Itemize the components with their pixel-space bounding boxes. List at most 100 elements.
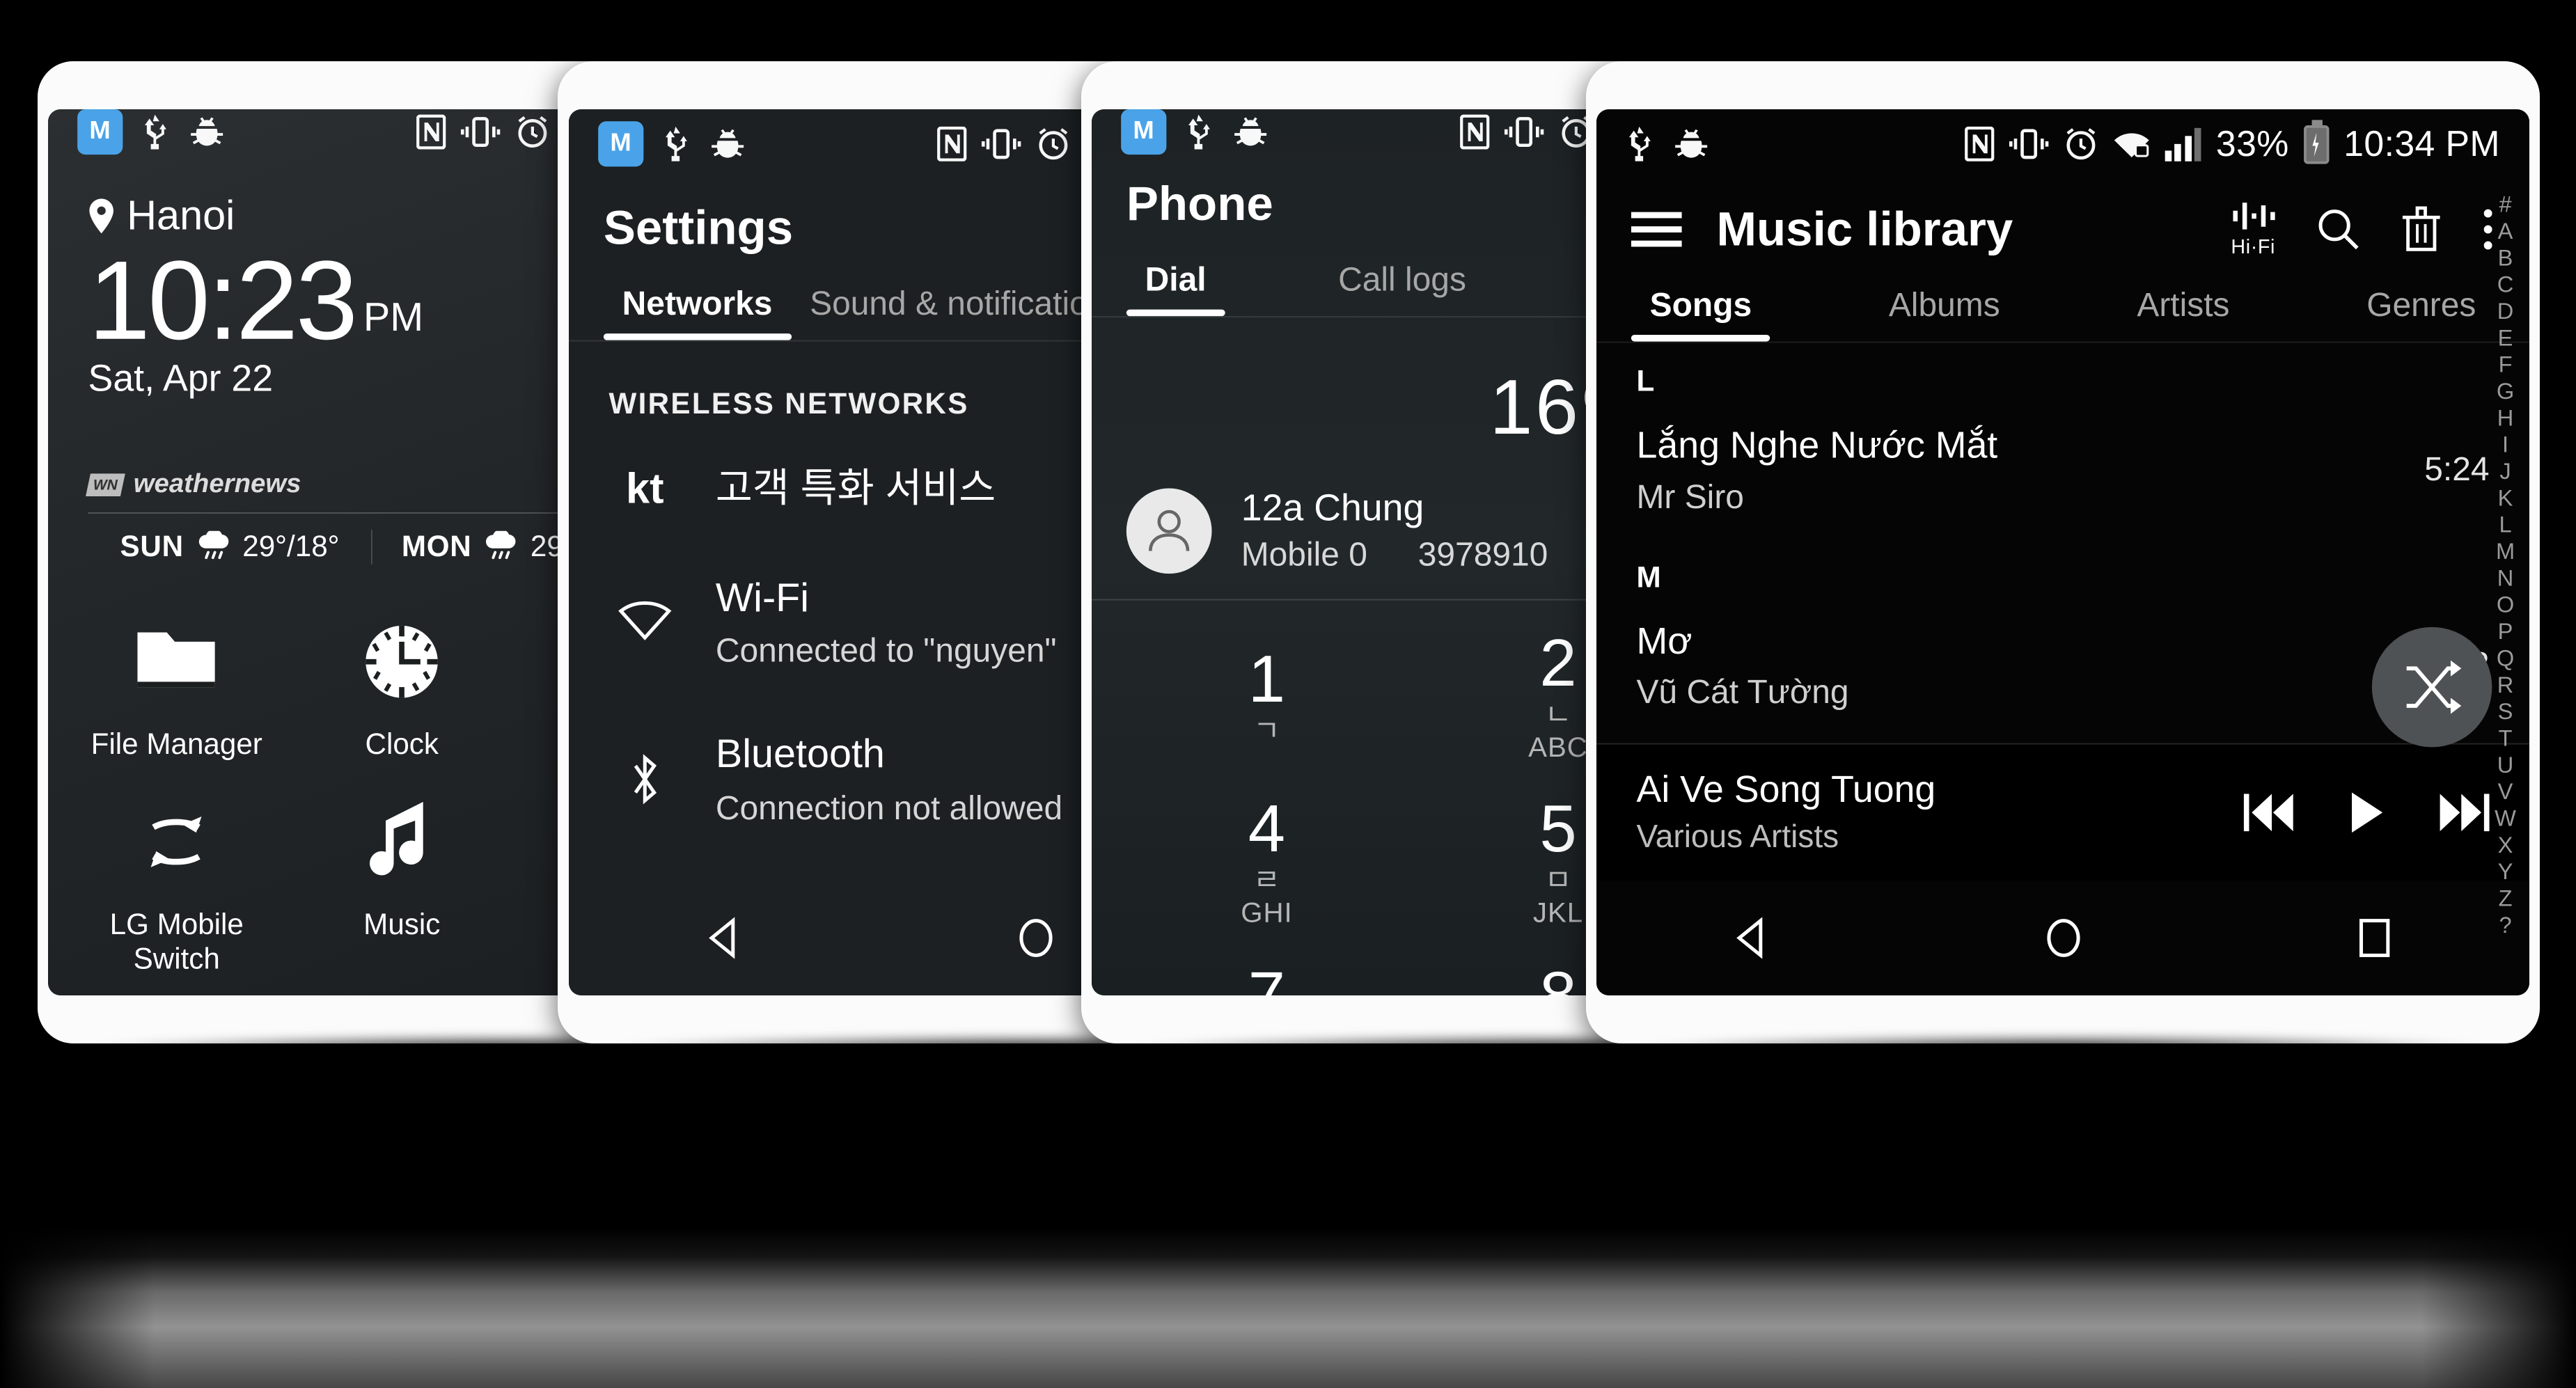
nfc-icon — [936, 127, 966, 161]
tab-dial[interactable]: Dial — [1126, 240, 1225, 317]
list-item[interactable]: Muộn Màng Dương Triệu Vũ 5:54 — [1596, 734, 2529, 743]
app-calendar[interactable]: Calendar — [64, 989, 290, 995]
vibrate-icon — [2009, 129, 2048, 159]
tab-bar: Songs Albums Artists Genres — [1596, 265, 2529, 343]
recents-icon[interactable] — [2350, 914, 2398, 962]
hifi-icon[interactable]: Hi·Fi — [2230, 200, 2275, 258]
app-file-manager[interactable]: File Manager — [64, 594, 290, 769]
group-header: L — [1636, 364, 1655, 398]
app-music[interactable]: Music — [290, 774, 515, 984]
battery-percent: 33% — [2215, 123, 2289, 164]
battery-icon — [2303, 119, 2329, 164]
alarm-icon — [1038, 128, 1067, 160]
index-letter[interactable]: # — [2499, 192, 2511, 219]
back-icon[interactable] — [700, 914, 748, 962]
trash-icon[interactable] — [2401, 205, 2442, 253]
tab-genres[interactable]: Genres — [2348, 265, 2495, 341]
vibrate-icon — [981, 129, 1021, 159]
usb-icon — [1628, 127, 1651, 161]
navigation-bar — [1596, 881, 2529, 995]
index-letter[interactable]: R — [2497, 672, 2514, 699]
index-letter[interactable]: B — [2497, 246, 2513, 272]
index-letter[interactable]: L — [2499, 512, 2511, 539]
now-playing-artist: Various Artists — [1636, 819, 1839, 855]
index-letter[interactable]: ? — [2499, 913, 2511, 939]
hifi-label: Hi·Fi — [2231, 236, 2275, 259]
contact-type: Mobile 0 — [1241, 536, 1368, 574]
tab-artists[interactable]: Artists — [2118, 265, 2248, 341]
screen-music: 33% 10:34 PM Music library Hi·Fi Songs A… — [1596, 109, 2529, 996]
now-playing-bar[interactable]: Ai Ve Song Tuong Various Artists — [1596, 743, 2529, 881]
song-duration: 5:24 — [2424, 450, 2490, 489]
app-label: LG Mobile Switch — [109, 908, 244, 976]
home-date: Sat, Apr 22 — [88, 357, 274, 399]
folder-icon — [127, 613, 226, 711]
index-letter[interactable]: K — [2497, 486, 2513, 512]
alarm-icon — [2066, 128, 2095, 160]
app-clock[interactable]: Clock — [290, 594, 515, 769]
weathernews-logo: WN weathernews — [86, 470, 301, 500]
index-letter[interactable]: F — [2498, 352, 2512, 379]
dialpad-key-7[interactable]: 7ㅅPQRS — [1121, 945, 1413, 995]
forecast-day: SUN 29°/18° — [88, 529, 373, 565]
tab-networks[interactable]: Networks — [603, 265, 791, 340]
tab-call-logs[interactable]: Call logs — [1319, 240, 1484, 316]
tab-albums[interactable]: Albums — [1870, 265, 2019, 341]
index-letter[interactable]: A — [2497, 219, 2513, 245]
avatar — [1126, 488, 1212, 574]
home-icon[interactable] — [1011, 914, 1059, 962]
back-icon[interactable] — [1728, 914, 1776, 962]
home-clock-time: 10:23 — [88, 237, 359, 363]
tab-sound-notification[interactable]: Sound & notification — [791, 265, 1125, 340]
index-letter[interactable]: E — [2497, 326, 2513, 352]
song-artist: Mr Siro — [1636, 478, 1744, 516]
carrier-badge-icon: M — [1121, 109, 1167, 155]
index-letter[interactable]: X — [2497, 833, 2513, 859]
app-lg-mobile-switch[interactable]: LG Mobile Switch — [64, 774, 290, 984]
rain-icon — [486, 530, 517, 559]
vibrate-icon — [1504, 117, 1544, 148]
index-letter[interactable]: P — [2497, 620, 2513, 646]
song-title: Lắng Nghe Nước Mắt — [1636, 424, 1998, 466]
signal-icon — [2164, 127, 2201, 161]
index-letter[interactable]: Y — [2497, 860, 2513, 886]
search-icon[interactable] — [2316, 206, 2361, 251]
app-label: Music — [363, 908, 441, 942]
kt-logo: kt — [625, 464, 664, 513]
vibrate-icon — [460, 117, 500, 148]
page-title: Music library — [1716, 200, 2013, 256]
nfc-icon — [1459, 114, 1489, 150]
list-item[interactable]: Lắng Nghe Nước Mắt Mr Siro 5:24 — [1596, 404, 2529, 539]
next-icon[interactable] — [2439, 790, 2490, 835]
index-letter[interactable]: U — [2497, 752, 2514, 779]
alphabet-index[interactable]: # A B C D E F G H I J K L M N O P Q R S — [2488, 192, 2522, 938]
index-letter[interactable]: C — [2497, 272, 2514, 299]
index-letter[interactable]: J — [2499, 459, 2511, 485]
index-letter[interactable]: M — [2496, 539, 2515, 565]
index-letter[interactable]: I — [2502, 432, 2508, 459]
bug-icon — [191, 117, 223, 146]
dialpad-key-4[interactable]: 4 ㄹ GHI — [1121, 780, 1413, 943]
tab-songs[interactable]: Songs — [1631, 265, 1771, 342]
shuffle-button[interactable] — [2371, 627, 2492, 748]
index-letter[interactable]: V — [2497, 780, 2513, 806]
index-letter[interactable]: Z — [2498, 886, 2512, 913]
index-letter[interactable]: S — [2497, 700, 2513, 726]
index-letter[interactable]: O — [2497, 592, 2514, 619]
prev-icon[interactable] — [2243, 790, 2295, 835]
index-letter[interactable]: D — [2497, 299, 2514, 325]
dialpad-key-1[interactable]: 1ㄱ — [1121, 614, 1413, 777]
play-icon[interactable] — [2348, 790, 2385, 835]
home-icon[interactable] — [2039, 914, 2087, 962]
index-letter[interactable]: G — [2497, 379, 2514, 405]
music-app: 33% 10:34 PM Music library Hi·Fi Songs A… — [1596, 109, 2529, 996]
index-letter[interactable]: W — [2495, 806, 2516, 833]
page-title: Phone — [1126, 176, 1273, 231]
index-letter[interactable]: H — [2497, 406, 2514, 432]
index-letter[interactable]: N — [2497, 566, 2514, 592]
home-clock-ampm: PM — [363, 296, 424, 340]
hamburger-menu-icon[interactable] — [1631, 209, 1682, 249]
index-letter[interactable]: T — [2498, 726, 2512, 752]
index-letter[interactable]: Q — [2497, 646, 2514, 672]
app-qmemo[interactable]: QMemo+ — [290, 989, 515, 995]
